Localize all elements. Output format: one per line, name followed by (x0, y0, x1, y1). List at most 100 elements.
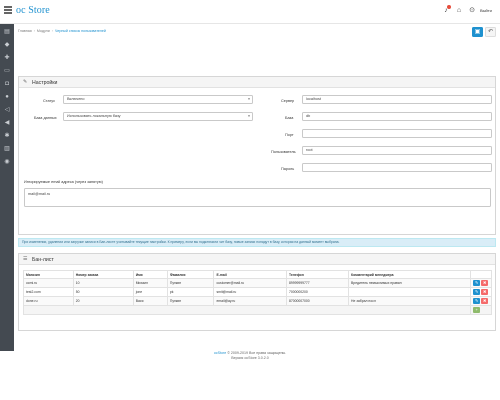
chart-icon[interactable]: ▥ (3, 145, 11, 153)
settings-title: Настройки (32, 79, 58, 86)
user-icon[interactable]: ● (3, 93, 11, 101)
status-label: Статус (43, 99, 56, 103)
share-icon[interactable]: ◁ (3, 106, 11, 114)
cell-order: 20 (72, 296, 134, 306)
column-header: Комментарий менеджера (348, 270, 472, 279)
port-input[interactable] (302, 129, 492, 138)
dashboard-icon[interactable]: ▤ (3, 28, 11, 36)
bell-icon[interactable]: ♪ (442, 5, 451, 15)
db-name-input[interactable]: db (302, 112, 492, 121)
top-header: oc Store ♪ ⌂ ⊙ Выйти (0, 0, 500, 24)
tag-icon[interactable]: ◆ (3, 41, 11, 49)
whitelist-textarea[interactable]: mail@mail.ru (24, 188, 491, 207)
server-input[interactable]: localhost (302, 95, 492, 104)
cell-email: smit@mail.ru (213, 287, 287, 297)
cell-actions: ✎ ✖ (470, 287, 492, 297)
main-content: Главная › Модули › Черный список пользовател… (18, 24, 498, 351)
blacklist-panel: ☰ Бан-лист Магазин Номер заказа Имя Фами… (18, 253, 496, 331)
footer: ocStore © 2009-2019 Все права защищены. … (0, 351, 500, 361)
cell-comment: Не забрал посл (348, 296, 472, 306)
password-input[interactable] (302, 163, 492, 172)
cell-comment: Вредитель немыслимых правил (348, 278, 472, 288)
database-label: База данных (34, 116, 57, 120)
puzzle-icon[interactable]: ✚ (3, 54, 11, 62)
cell-actions: + (470, 305, 492, 315)
table-row: test2.com 50 jone pk smit@mail.ru 700000… (23, 287, 492, 297)
table-row: ocmi.ru 10 Михаил Пупкин customer@mail.r… (23, 278, 492, 288)
save-icon: ▣ (474, 29, 481, 35)
blacklist-panel-header: ☰ Бан-лист (19, 254, 495, 265)
status-value: Включено (67, 97, 85, 101)
server-label: Сервер (281, 99, 295, 103)
gear-icon[interactable]: ✱ (3, 132, 11, 140)
database-select[interactable]: Использовать локальную базу ▾ (63, 112, 253, 121)
list-icon: ☰ (23, 256, 28, 262)
breadcrumb: Главная › Модули › Черный список пользовател… (18, 29, 106, 33)
breadcrumb-current[interactable]: Черный список пользователей (55, 29, 106, 33)
tv-icon[interactable]: ▭ (3, 67, 11, 75)
cell-actions: ✎ ✖ (470, 296, 492, 306)
add-button[interactable]: + (473, 307, 481, 313)
edit-button[interactable]: ✎ (473, 280, 481, 286)
user-label: Пользователь (271, 150, 296, 154)
cell-comment (348, 287, 472, 297)
help-icon[interactable]: ⊙ (468, 7, 476, 15)
menu-toggle-icon[interactable] (4, 6, 12, 14)
settings-panel: ✎ Настройки Статус Включено ▾ База данных… (18, 76, 496, 235)
cell-surname: pk (166, 287, 215, 297)
cell-surname: Пупкин (166, 296, 215, 306)
circle-icon[interactable]: ◉ (3, 158, 11, 166)
cell-phone: 89999999777 (285, 278, 350, 288)
cell-shop: done.ru (23, 296, 74, 306)
column-header: Телефон (285, 270, 350, 279)
cell-surname: Пупкин (166, 278, 215, 288)
reply-icon: ↶ (487, 29, 494, 35)
logo[interactable]: oc Store (16, 5, 50, 16)
save-button[interactable]: ▣ (472, 27, 483, 37)
column-header: Магазин (23, 270, 74, 279)
add-row-spacer (22, 305, 472, 315)
column-header: Номер заказа (72, 270, 134, 279)
footer-version: Версия ocStore 3.0.2.0 (231, 356, 269, 360)
chevron-down-icon: ▾ (248, 97, 250, 101)
cell-name: jone (132, 287, 168, 297)
footer-brand-link[interactable]: ocStore (214, 351, 226, 355)
add-row: + (22, 305, 492, 315)
cell-email: customer@mail.ru (213, 278, 287, 288)
table-row: done.ru 20 Вася Пупкин email@ay.ru 87000… (23, 296, 492, 306)
db-name-label: База (285, 116, 294, 120)
cell-phone: 7000000200 (285, 287, 350, 297)
cart-icon[interactable]: ◘ (3, 80, 11, 88)
cell-name: Вася (132, 296, 168, 306)
blacklist-table: Магазин Номер заказа Имя Фамилия E-mail … (22, 270, 492, 315)
delete-button[interactable]: ✖ (481, 280, 489, 286)
settings-panel-header: ✎ Настройки (19, 77, 495, 88)
cell-shop: test2.com (23, 287, 74, 297)
pencil-icon: ✎ (23, 79, 28, 85)
blacklist-title: Бан-лист (32, 256, 54, 263)
delete-button[interactable]: ✖ (481, 289, 489, 295)
column-header: Имя (132, 270, 168, 279)
user-input[interactable]: root (302, 146, 492, 155)
column-header (470, 270, 492, 279)
sidebar: ▤ ◆ ✚ ▭ ◘ ● ◁ ◀ ✱ ▥ ◉ (0, 24, 14, 351)
home-icon[interactable]: ⌂ (455, 7, 463, 15)
edit-button[interactable]: ✎ (473, 298, 481, 304)
logout-link[interactable]: Выйти (480, 7, 492, 15)
table-header-row: Магазин Номер заказа Имя Фамилия E-mail … (23, 270, 492, 279)
column-header: E-mail (213, 270, 287, 279)
app-window: oc Store ♪ ⌂ ⊙ Выйти ▤ ◆ ✚ ▭ ◘ ● ◁ ◀ ✱ ▥… (0, 0, 500, 400)
megaphone-icon[interactable]: ◀ (3, 119, 11, 127)
whitelist-label: Игнорируемые email адреса (через запятую… (24, 180, 103, 184)
edit-button[interactable]: ✎ (473, 289, 481, 295)
cell-actions: ✎ ✖ (470, 278, 492, 288)
status-select[interactable]: Включено ▾ (63, 95, 253, 104)
cell-shop: ocmi.ru (23, 278, 74, 288)
delete-button[interactable]: ✖ (481, 298, 489, 304)
breadcrumb-home[interactable]: Главная (18, 29, 32, 33)
cell-email: email@ay.ru (213, 296, 287, 306)
back-button[interactable]: ↶ (485, 27, 496, 37)
breadcrumb-modules[interactable]: Модули (37, 29, 50, 33)
cell-order: 50 (72, 287, 134, 297)
cell-order: 10 (72, 278, 134, 288)
